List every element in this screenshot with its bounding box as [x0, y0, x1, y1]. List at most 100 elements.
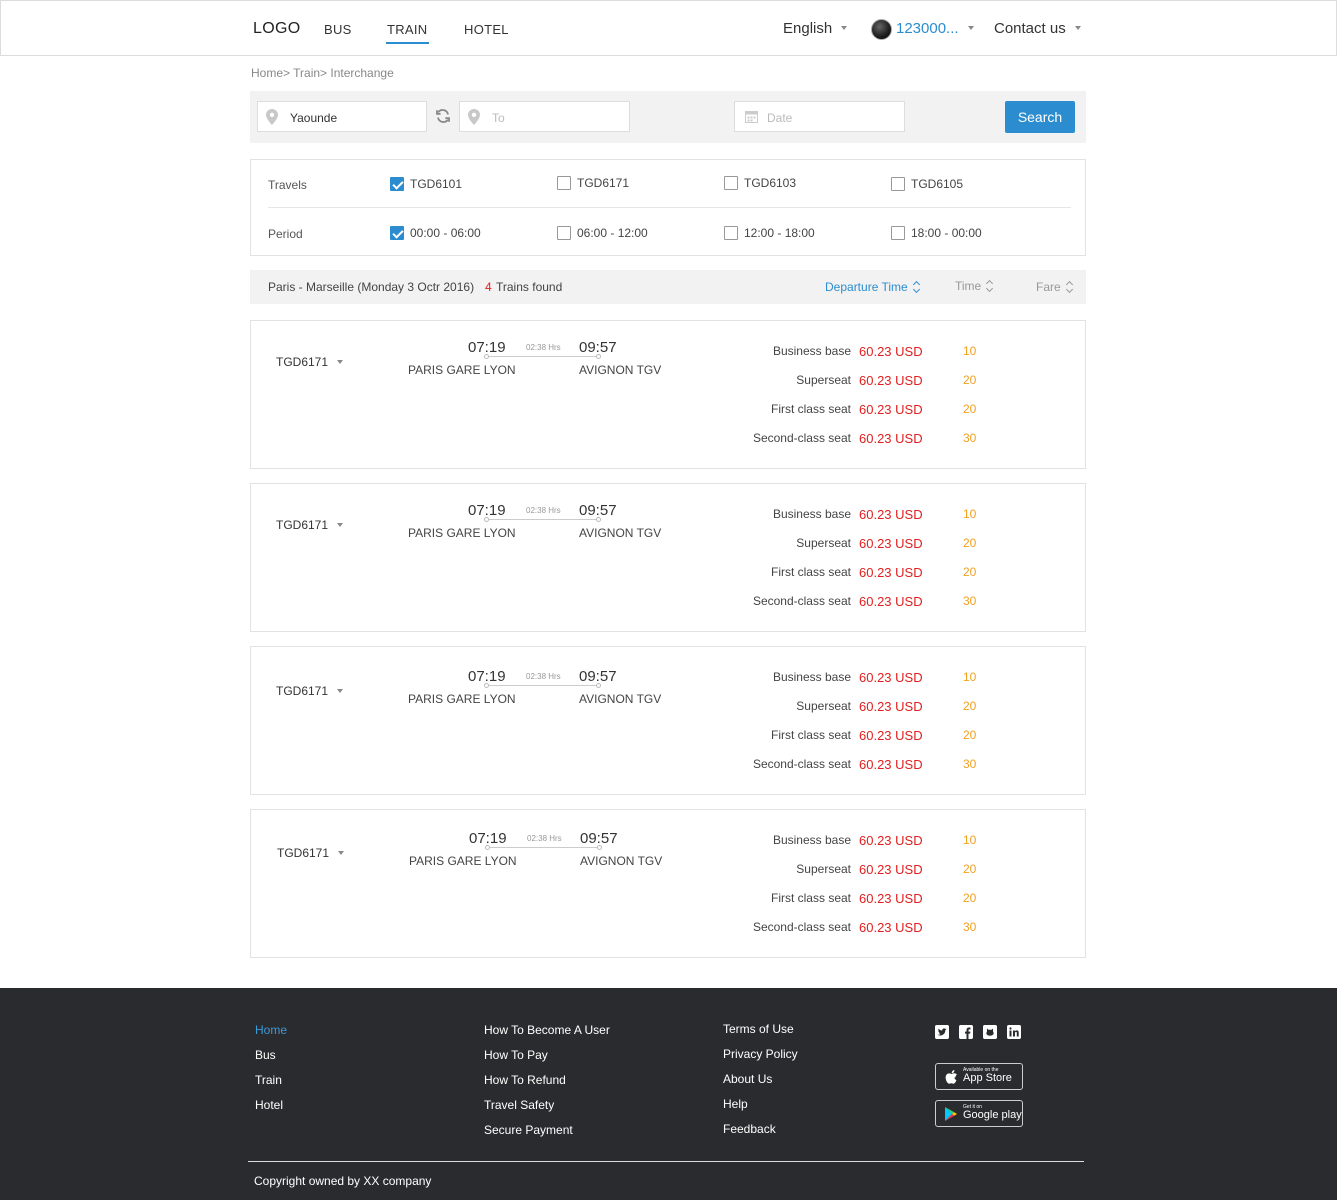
duration: 02:38 Hrs: [526, 506, 561, 515]
to-input[interactable]: To: [459, 101, 630, 132]
train-id-dropdown[interactable]: TGD6171: [276, 684, 344, 698]
sort-time[interactable]: Time: [955, 279, 994, 293]
location-pin-icon: [468, 109, 480, 125]
fare-row[interactable]: Superseat 60.23 USD 20: [701, 536, 1021, 552]
chevron-down-icon: [337, 688, 344, 693]
footer-link-secure-payment[interactable]: Secure Payment: [484, 1123, 573, 1137]
fare-row[interactable]: Second-class seat 60.23 USD 30: [701, 920, 1021, 936]
logo[interactable]: LOGO: [253, 20, 300, 38]
user-menu[interactable]: 123000...: [896, 20, 974, 37]
checkbox[interactable]: [557, 226, 571, 240]
footer-link-about[interactable]: About Us: [723, 1072, 772, 1086]
departure-station: PARIS GARE LYON: [408, 363, 516, 377]
train-id-dropdown[interactable]: TGD6171: [276, 518, 344, 532]
search-bar: Yaounde To Date Search: [250, 91, 1086, 143]
footer-link-become-user[interactable]: How To Become A User: [484, 1023, 610, 1037]
duration: 02:38 Hrs: [527, 834, 562, 843]
date-input[interactable]: Date: [734, 101, 905, 132]
footer-link-bus[interactable]: Bus: [255, 1048, 276, 1062]
fare-row[interactable]: Superseat 60.23 USD 20: [701, 699, 1021, 715]
fare-row[interactable]: First class seat 60.23 USD 20: [701, 402, 1021, 418]
google-play-icon: [945, 1107, 957, 1121]
footer-link-terms[interactable]: Terms of Use: [723, 1022, 794, 1036]
twitter-icon[interactable]: [935, 1025, 949, 1039]
footer-link-feedback[interactable]: Feedback: [723, 1122, 776, 1136]
footer-link-help[interactable]: Help: [723, 1097, 748, 1111]
fare-row[interactable]: Second-class seat 60.23 USD 30: [701, 431, 1021, 447]
footer-link-train[interactable]: Train: [255, 1073, 282, 1087]
fare-row[interactable]: Business base 60.23 USD 10: [701, 507, 1021, 523]
app-store-button[interactable]: Available on the App Store: [935, 1063, 1023, 1090]
footer-link-how-to-refund[interactable]: How To Refund: [484, 1073, 566, 1087]
nav-bus[interactable]: BUS: [324, 22, 352, 37]
train-id-dropdown[interactable]: TGD6171: [276, 355, 344, 369]
breadcrumb[interactable]: Home> Train> Interchange: [251, 66, 394, 80]
checkbox[interactable]: [557, 176, 571, 190]
fare-row[interactable]: Superseat 60.23 USD 20: [701, 862, 1021, 878]
route-line: [484, 517, 601, 522]
chevron-down-icon: [967, 26, 974, 31]
results-count: 4: [485, 280, 492, 294]
fare-row[interactable]: Second-class seat 60.23 USD 30: [701, 594, 1021, 610]
train-card: TGD6171 07:19 02:38 Hrs 09:57 PARIS GARE…: [250, 320, 1086, 469]
fare-row[interactable]: Second-class seat 60.23 USD 30: [701, 757, 1021, 773]
fare-row[interactable]: Business base 60.23 USD 10: [701, 670, 1021, 686]
sort-icon: [986, 280, 994, 292]
train-id-dropdown[interactable]: TGD6171: [277, 846, 345, 860]
fare-row[interactable]: Superseat 60.23 USD 20: [701, 373, 1021, 389]
arrival-time: 09:57: [579, 668, 617, 685]
from-value: Yaounde: [290, 111, 338, 125]
train-card: TGD6171 07:19 02:38 Hrs 09:57 PARIS GARE…: [250, 809, 1086, 958]
footer-link-travel-safety[interactable]: Travel Safety: [484, 1098, 554, 1112]
travels-label: Travels: [268, 178, 307, 192]
arrival-station: AVIGNON TGV: [580, 854, 663, 868]
fare-row[interactable]: First class seat 60.23 USD 20: [701, 891, 1021, 907]
google-play-button[interactable]: Get it on Google play: [935, 1100, 1023, 1127]
nav-hotel[interactable]: HOTEL: [464, 22, 509, 37]
arrival-time: 09:57: [579, 339, 617, 356]
avatar[interactable]: [871, 19, 892, 40]
language-label: English: [783, 20, 833, 37]
github-icon[interactable]: [983, 1025, 997, 1039]
nav-train[interactable]: TRAIN: [386, 22, 428, 44]
from-input[interactable]: Yaounde: [257, 101, 427, 132]
app-store-text: App Store: [963, 1072, 1012, 1084]
search-button[interactable]: Search: [1005, 101, 1075, 133]
top-header: LOGO BUS TRAIN HOTEL English 123000... C…: [0, 0, 1337, 56]
sort-departure-time[interactable]: Departure Time: [825, 280, 921, 294]
sort-fare[interactable]: Fare: [1036, 280, 1074, 294]
route-line: [485, 845, 602, 850]
departure-station: PARIS GARE LYON: [408, 692, 516, 706]
departure-station: PARIS GARE LYON: [409, 854, 517, 868]
fare-row[interactable]: Business base 60.23 USD 10: [701, 833, 1021, 849]
contact-menu[interactable]: Contact us: [994, 20, 1081, 37]
checkbox[interactable]: [724, 176, 738, 190]
checkbox[interactable]: [390, 226, 404, 240]
footer-link-privacy[interactable]: Privacy Policy: [723, 1047, 798, 1061]
period-label: Period: [268, 227, 303, 241]
checkbox[interactable]: [390, 177, 404, 191]
results-found-text: Trains found: [496, 280, 563, 294]
facebook-icon[interactable]: [959, 1025, 973, 1039]
swap-icon[interactable]: [435, 108, 451, 124]
copyright-text: Copyright owned by XX company: [254, 1174, 432, 1188]
arrival-station: AVIGNON TGV: [579, 692, 662, 706]
footer: Home Bus Train Hotel How To Become A Use…: [0, 988, 1337, 1200]
checkbox[interactable]: [724, 226, 738, 240]
apple-icon: [945, 1070, 957, 1084]
fare-row[interactable]: First class seat 60.23 USD 20: [701, 565, 1021, 581]
footer-link-home[interactable]: Home: [255, 1023, 287, 1037]
contact-label: Contact us: [994, 20, 1066, 37]
language-selector[interactable]: English: [783, 20, 848, 37]
footer-link-how-to-pay[interactable]: How To Pay: [484, 1048, 548, 1062]
linkedin-icon[interactable]: [1007, 1025, 1021, 1039]
fare-row[interactable]: Business base 60.23 USD 10: [701, 344, 1021, 360]
date-placeholder: Date: [767, 111, 793, 125]
filter-panel: Travels TGD6101 TGD6171 TGD6103 TGD6105 …: [250, 159, 1086, 256]
footer-link-hotel[interactable]: Hotel: [255, 1098, 283, 1112]
checkbox[interactable]: [891, 177, 905, 191]
calendar-icon: [745, 111, 758, 123]
checkbox[interactable]: [891, 226, 905, 240]
fare-row[interactable]: First class seat 60.23 USD 20: [701, 728, 1021, 744]
footer-divider: [248, 1161, 1084, 1162]
